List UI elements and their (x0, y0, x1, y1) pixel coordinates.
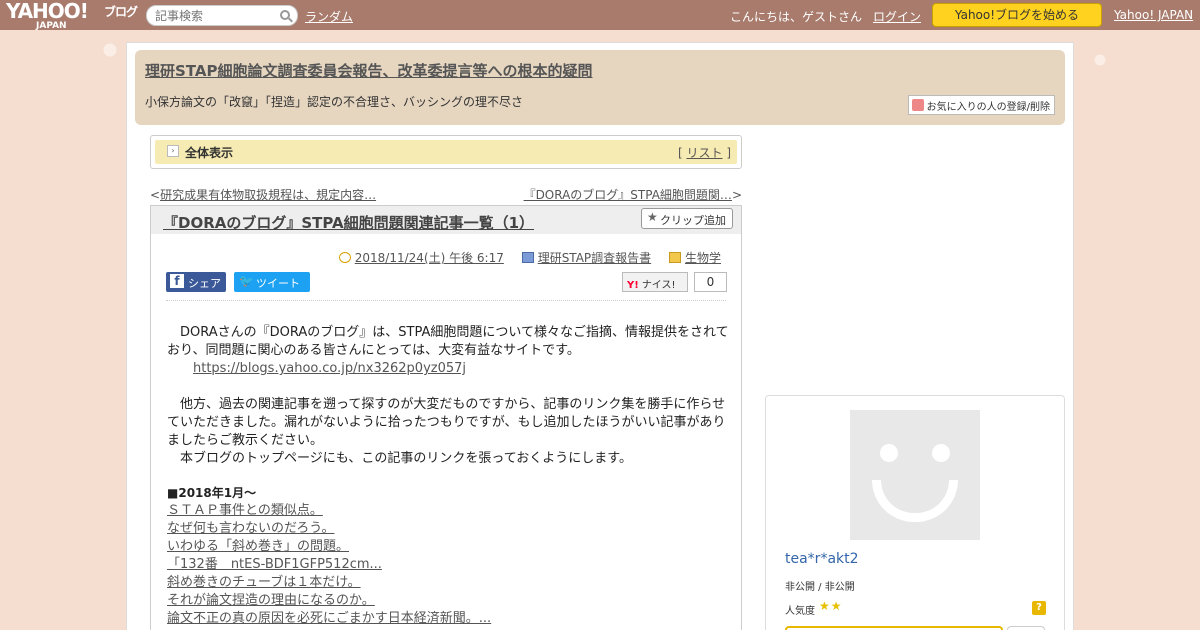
section-bar: › 全体表示 [ リスト ] (150, 135, 742, 169)
category-link-1[interactable]: 理研STAP調査報告書 (538, 251, 651, 265)
section-label: 全体表示 (185, 146, 234, 160)
share-label: シェア (188, 277, 221, 290)
article-link[interactable]: なぜ何も言わないのだろう。 (167, 520, 729, 538)
prev-arrow: < (150, 188, 161, 202)
profile-card: tea*r*akt2 非公開 / 非公開 人気度 ★★ ? (765, 395, 1065, 630)
dora-blog-url-link[interactable]: https://blogs.yahoo.co.jp/nx3262p0yz057j (193, 360, 729, 378)
yahoo-japan-link[interactable]: Yahoo! JAPAN (1114, 8, 1193, 22)
login-link[interactable]: ログイン (873, 8, 921, 25)
blog-header: 理研STAP細胞論文調査委員会報告、改革委提言等への根本的疑問 小保方論文の「改… (135, 50, 1065, 125)
start-blog-button[interactable]: Yahoo!ブログを始める (932, 3, 1102, 27)
list-link[interactable]: リスト (686, 146, 722, 160)
tweet-label: ツイート (256, 277, 300, 290)
next-arrow: > (731, 188, 742, 202)
nice-label: ナイス! (641, 280, 676, 291)
twitter-bird-icon: 🐦 (239, 274, 254, 288)
section-heading: ■2018年1月～ (167, 486, 257, 500)
category-link-2[interactable]: 生物学 (685, 251, 721, 265)
section-bar-inner: › 全体表示 [ リスト ] (155, 140, 737, 164)
help-icon[interactable]: ? (1032, 601, 1046, 615)
list-link-wrapper: [ リスト ] (678, 144, 731, 161)
facebook-share-button[interactable]: f シェア (166, 272, 226, 292)
logo-sub: JAPAN (36, 21, 67, 31)
clip-button[interactable]: ★ クリップ追加 (641, 208, 733, 229)
privacy-status: 非公開 / 非公開 (785, 582, 855, 593)
chevron-right-icon[interactable]: › (167, 145, 179, 157)
search-input[interactable] (155, 9, 275, 23)
profile-secondary-button[interactable] (1007, 626, 1045, 630)
avatar-mouth (872, 480, 958, 522)
yahoo-y-icon: Y! (627, 280, 639, 291)
random-link[interactable]: ランダム (305, 8, 353, 25)
list-bracket-close: ] (722, 146, 731, 160)
article-body: DORAさんの『DORAのブログ』は、STPA細胞問題について様々なご指摘、情報… (167, 324, 729, 628)
article-link[interactable]: 斜め巻きのチューブは１本だけ。 (167, 574, 729, 592)
user-name[interactable]: tea*r*akt2 (785, 551, 859, 567)
yahoo-blog-logo[interactable]: YAHOO! JAPAN ブログ (6, 1, 138, 31)
blog-title[interactable]: 理研STAP細胞論文調査委員会報告、改革委提言等への根本的疑問 (145, 60, 592, 81)
article-link[interactable]: 論文不正の真の原因を必死にごまかす日本経済新聞。... (167, 610, 729, 628)
star-icon: ★ (647, 210, 658, 224)
folder-icon (668, 252, 681, 263)
article-paragraph-2: 他方、過去の関連記事を遡って探すのが大変だものですから、記事のリンク集を勝手に作… (167, 397, 726, 448)
article-title[interactable]: 『DORAのブログ』STPA細胞問題関連記事一覧（1） (163, 212, 534, 233)
nice-count: 0 (694, 272, 727, 292)
favorite-button[interactable]: お気に入りの人の登録/削除 (907, 95, 1055, 115)
heart-icon (911, 99, 924, 111)
article-link[interactable]: それが論文捏造の理由になるのか。 (167, 592, 729, 610)
facebook-icon: f (170, 274, 184, 288)
nice-button[interactable]: Y! ナイス! (622, 272, 688, 292)
article-link[interactable]: 「132番 ntES-BDF1GFP512cm... (167, 556, 729, 574)
favorite-button-label: お気に入りの人の登録/削除 (926, 102, 1050, 113)
avatar-left-eye (880, 444, 898, 462)
article-paragraph-1: DORAさんの『DORAのブログ』は、STPA細胞問題について様々なご指摘、情報… (167, 325, 729, 358)
next-article-link[interactable]: 『DORAのブログ』STPA細胞問題関…> (524, 186, 742, 203)
divider (166, 300, 726, 301)
article-meta: 2018/11/24(土) 午後 6:17 理研STAP調査報告書 生物学 (338, 249, 721, 266)
logo-blog: ブログ (104, 5, 138, 19)
next-article-label: 『DORAのブログ』STPA細胞問題関… (523, 188, 732, 202)
avatar[interactable] (850, 410, 980, 540)
popularity-stars-icon: ★★ (819, 599, 843, 613)
prev-article-link[interactable]: <研究成果有体物取扱規程は、規定内容… (150, 186, 376, 203)
top-bar: YAHOO! JAPAN ブログ ランダム こんにちは、ゲストさん ログイン Y… (0, 0, 1200, 31)
blog-description: 小保方論文の「改竄」「捏造」認定の不合理さ、バッシングの理不尽さ (145, 95, 524, 109)
book-icon (521, 252, 534, 263)
profile-action-button[interactable] (785, 626, 1003, 630)
article-paragraph-3: 本ブログのトップページにも、この記事のリンクを張っておくようにします。 (180, 451, 633, 466)
avatar-right-eye (932, 444, 950, 462)
article-link[interactable]: いわゆる「斜め巻き」の問題。 (167, 538, 729, 556)
article: 『DORAのブログ』STPA細胞問題関連記事一覧（1） ★ クリップ追加 201… (150, 205, 742, 630)
prev-article-label: 研究成果有体物取扱規程は、規定内容… (160, 188, 377, 202)
article-link[interactable]: ＳＴＡＰ事件との類似点。 (167, 502, 729, 520)
tweet-button[interactable]: 🐦 ツイート (234, 272, 310, 292)
search-icon[interactable] (280, 10, 290, 20)
clock-icon (338, 252, 351, 263)
article-title-bar: 『DORAのブログ』STPA細胞問題関連記事一覧（1） ★ クリップ追加 (151, 206, 741, 234)
article-date[interactable]: 2018/11/24(土) 午後 6:17 (355, 251, 504, 265)
popularity-label: 人気度 (785, 606, 815, 617)
greeting-text: こんにちは、ゲストさん (730, 10, 863, 24)
search-box[interactable] (146, 5, 298, 26)
clip-button-label: クリップ追加 (660, 214, 726, 227)
